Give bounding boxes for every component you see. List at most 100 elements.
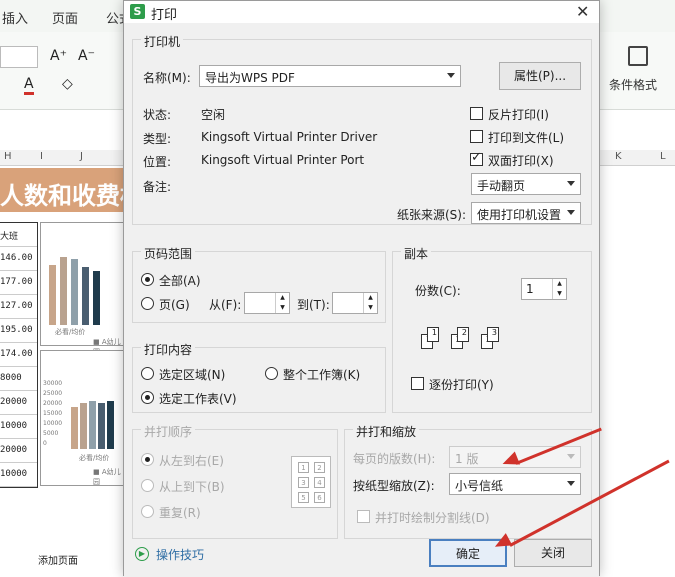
selection-radio[interactable] [141,367,154,380]
spin-down-icon[interactable]: ▼ [552,289,566,299]
top-to-bottom-radio[interactable] [141,479,154,492]
draw-lines-checkbox[interactable] [357,510,370,523]
left-to-right-radio[interactable] [141,453,154,466]
axis-tick: 10000 [43,420,63,427]
cell: 127.00 [0,295,37,319]
duplex-mode-value: 手动翻页 [477,179,526,193]
spin-up-icon[interactable]: ▲ [275,293,289,303]
order-preview-icon: 1 2 3 4 5 6 [291,456,331,508]
chart-bar [107,401,114,449]
axis-tick: 20000 [43,400,63,407]
type-label: 类型: [143,132,172,146]
left-to-right-label[interactable]: 从左到右(E) [159,452,224,469]
font-size-select[interactable] [0,46,38,68]
selected-sheet-label[interactable]: 选定工作表(V) [159,390,237,407]
pages-per-sheet-value: 1 版 [455,452,479,466]
duplex-print-label[interactable]: 双面打印(X) [488,152,554,169]
increase-font-icon[interactable]: A⁺ [50,48,67,64]
print-to-file-label[interactable]: 打印到文件(L) [488,129,564,146]
eraser-icon[interactable]: ◇ [62,76,73,92]
chart-caption: 必看/均价 [79,454,110,462]
pages-label[interactable]: 页(G) [159,296,190,313]
repeat-label[interactable]: 重复(R) [159,504,201,521]
col-header: K [615,151,622,162]
chart-bar [98,403,105,449]
play-icon[interactable]: ▶ [135,547,149,561]
add-page-label[interactable]: 添加页面 [38,552,78,567]
selected-sheet-radio[interactable] [141,391,154,404]
whole-workbook-radio[interactable] [265,367,278,380]
selection-label[interactable]: 选定区域(N) [159,366,225,383]
printer-name-select[interactable]: 导出为WPS PDF [199,65,461,87]
collate-checkbox[interactable] [411,377,424,390]
all-pages-radio[interactable] [141,273,154,286]
status-value: 空闲 [201,108,226,122]
chart-bar [60,257,67,325]
type-value: Kingsoft Virtual Printer Driver [201,130,378,144]
decrease-font-icon[interactable]: A⁻ [78,48,95,64]
spin-up-icon[interactable]: ▲ [363,293,377,303]
dialog-title: 打印 [151,8,178,23]
from-label: 从(F): [209,298,242,312]
tab-page[interactable]: 页面 [52,8,78,27]
print-dialog: S 打印 ✕ 打印机 名称(M): 导出为WPS PDF 属性(P)... 状态… [123,0,600,577]
spin-down-icon[interactable]: ▼ [275,303,289,313]
pages-per-sheet-label: 每页的版数(H): [353,452,436,466]
axis-tick: 30000 [43,380,63,387]
top-to-bottom-label[interactable]: 从上到下(B) [159,478,225,495]
page-icon: 2 [457,327,469,342]
all-pages-label[interactable]: 全部(A) [159,272,201,289]
reverse-print-checkbox[interactable] [470,107,483,120]
chart-bar [89,401,96,449]
sheet-banner: 人数和收费标 [0,168,128,212]
print-to-file-checkbox[interactable] [470,130,483,143]
print-order-group: 并打顺序 从左到右(E) 从上到下(B) 重复(R) 1 2 3 4 5 6 [132,423,338,539]
comment-label: 备注: [143,180,172,194]
order-cell: 5 [298,492,309,503]
close-icon[interactable]: ✕ [576,2,589,21]
paper-source-select[interactable]: 使用打印机设置 [471,202,581,224]
font-color-icon[interactable]: A [24,76,34,95]
mini-chart-1: 必看/均价 ■ A幼儿园 [40,222,126,356]
cell: 10000 [0,415,37,439]
conditional-format-icon[interactable] [628,46,648,66]
cell: 146.00 [0,247,37,271]
chart-bar [80,403,87,449]
spin-down-icon[interactable]: ▼ [363,303,377,313]
properties-button[interactable]: 属性(P)... [499,62,581,90]
chart-bar [82,267,89,325]
printer-group: 打印机 名称(M): 导出为WPS PDF 属性(P)... 状态: 空闲 类型… [132,33,592,225]
order-cell: 3 [298,477,309,488]
mini-chart-2: 30000 25000 20000 15000 10000 5000 0 必看/… [40,350,126,486]
duplex-mode-select[interactable]: 手动翻页 [471,173,581,195]
spin-up-icon[interactable]: ▲ [552,279,566,289]
copies-stepper[interactable]: 1 ▲ ▼ [521,278,567,300]
from-page-stepper[interactable]: ▲ ▼ [244,292,290,314]
to-page-stepper[interactable]: ▲ ▼ [332,292,378,314]
cell: 20000 [0,391,37,415]
scale-paper-select[interactable]: 小号信纸 [449,473,581,495]
whole-workbook-label[interactable]: 整个工作簿(K) [283,366,360,383]
tips-link[interactable]: 操作技巧 [156,546,204,563]
collate-label[interactable]: 逐份打印(Y) [429,376,494,393]
tab-insert[interactable]: 插入 [2,8,28,27]
page-range-group: 页码范围 全部(A) 页(G) 从(F): ▲ ▼ 到(T): ▲ ▼ [132,245,386,323]
col-header: J [80,151,83,162]
value-column: 大班 146.00 177.00 127.00 195.00 174.00 80… [0,222,38,488]
chevron-down-icon [447,73,455,78]
chevron-down-icon [567,210,575,215]
conditional-format-label[interactable]: 条件格式 [609,76,657,93]
chevron-down-icon [567,181,575,186]
repeat-radio[interactable] [141,505,154,518]
close-button[interactable]: 关闭 [514,539,592,567]
axis-tick: 5000 [43,430,59,437]
draw-lines-label[interactable]: 并打时绘制分割线(D) [375,509,490,526]
copies-group-label: 副本 [401,245,432,262]
pages-radio[interactable] [141,297,154,310]
axis-tick: 25000 [43,390,63,397]
col-header: I [40,151,43,162]
reverse-print-label[interactable]: 反片打印(I) [488,106,549,123]
duplex-print-checkbox[interactable] [470,150,483,166]
order-cell: 4 [314,477,325,488]
scale-paper-value: 小号信纸 [455,479,504,493]
